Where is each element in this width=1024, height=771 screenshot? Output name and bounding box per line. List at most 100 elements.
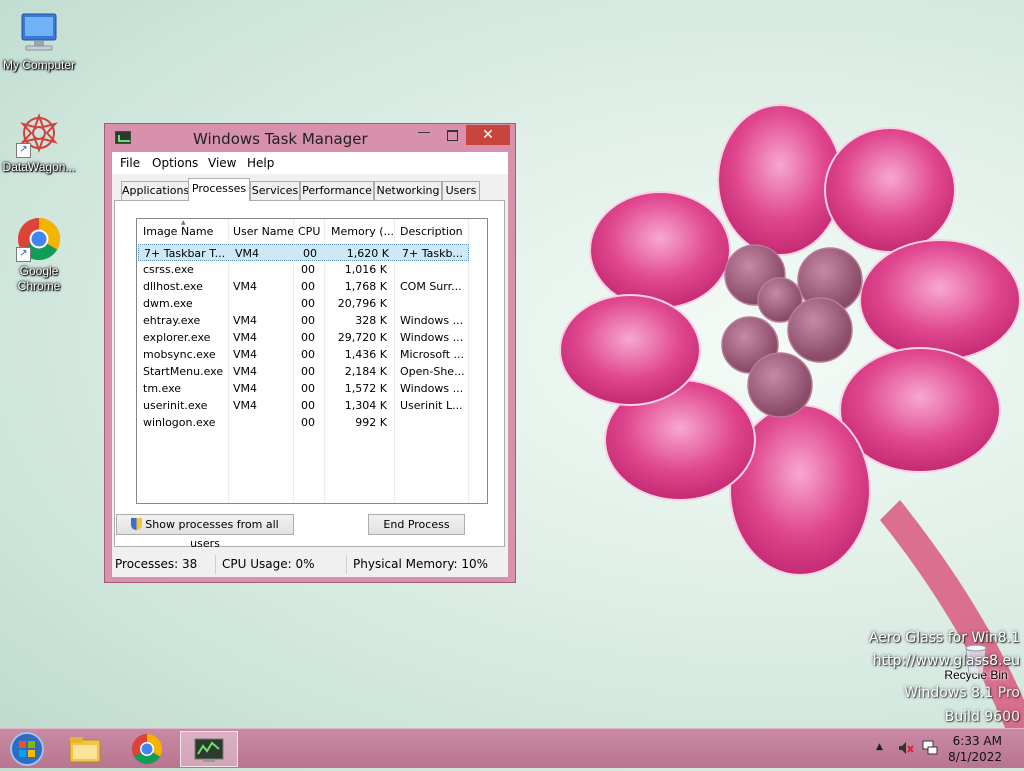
process-mem: 1,304 K: [344, 399, 387, 412]
menu-help[interactable]: Help: [247, 156, 274, 170]
desktop-icon-label: DataWagon...: [2, 160, 76, 174]
process-user: VM4: [233, 382, 258, 395]
process-name: ehtray.exe: [143, 314, 201, 327]
processes-panel: ▲ Image Name User Name CPU Memory (... D…: [114, 200, 505, 550]
process-desc: COM Surr...: [400, 280, 462, 293]
process-list[interactable]: ▲ Image Name User Name CPU Memory (... D…: [136, 218, 488, 504]
process-mem: 1,436 K: [344, 348, 387, 361]
shortcut-arrow-icon: ↗: [16, 247, 31, 262]
column-description[interactable]: Description: [400, 225, 463, 238]
menu-options[interactable]: Options: [152, 156, 198, 170]
tab-applications[interactable]: Applications: [121, 181, 190, 200]
table-row[interactable]: mobsync.exe VM4 00 1,436 K Microsoft ...: [137, 346, 487, 363]
clock-time[interactable]: 6:33 AM: [922, 734, 1002, 748]
menu-bar: File Options View Help: [112, 152, 508, 174]
file-explorer-icon: [69, 737, 101, 763]
process-name: userinit.exe: [143, 399, 208, 412]
clock-date[interactable]: 8/1/2022: [922, 750, 1002, 764]
process-desc: Windows ...: [400, 382, 464, 395]
process-list-header: ▲ Image Name User Name CPU Memory (... D…: [137, 219, 487, 243]
process-name: tm.exe: [143, 382, 182, 395]
status-cpu-usage: CPU Usage: 0%: [222, 557, 315, 571]
process-cpu: 00: [301, 365, 315, 378]
start-orb-icon: [10, 732, 44, 766]
process-desc: Microsoft ...: [400, 348, 464, 361]
process-cpu: 00: [301, 399, 315, 412]
task-manager-window[interactable]: Windows Task Manager — ✕ File Options Vi…: [104, 123, 516, 583]
show-hidden-icons-icon[interactable]: ▲: [876, 742, 883, 752]
column-cpu[interactable]: CPU: [298, 225, 320, 238]
column-memory[interactable]: Memory (...: [331, 225, 394, 238]
process-cpu: 00: [301, 297, 315, 310]
status-divider: [215, 555, 216, 574]
process-mem: 992 K: [355, 416, 387, 429]
tab-performance[interactable]: Performance: [300, 181, 374, 200]
end-process-button[interactable]: End Process: [368, 514, 465, 535]
process-mem: 1,572 K: [344, 382, 387, 395]
task-manager-icon: [115, 131, 131, 144]
process-name: winlogon.exe: [143, 416, 216, 429]
volume-muted-icon[interactable]: [897, 739, 915, 757]
process-cpu: 00: [301, 314, 315, 327]
show-all-processes-label: Show processes from all users: [145, 518, 279, 550]
taskbar-chrome[interactable]: [119, 731, 175, 767]
process-mem: 1,620 K: [346, 247, 389, 260]
minimize-button[interactable]: —: [411, 126, 437, 144]
table-row[interactable]: userinit.exe VM4 00 1,304 K Userinit L...: [137, 397, 487, 414]
process-name: 7+ Taskbar T...: [144, 247, 226, 260]
process-name: explorer.exe: [143, 331, 211, 344]
table-row[interactable]: tm.exe VM4 00 1,572 K Windows ...: [137, 380, 487, 397]
uac-shield-icon: [131, 518, 143, 530]
table-row[interactable]: 7+ Taskbar T... VM4 00 1,620 K 7+ Taskb...: [138, 244, 469, 261]
table-row[interactable]: dllhost.exe VM4 00 1,768 K COM Surr...: [137, 278, 487, 295]
taskbar-file-explorer[interactable]: [57, 731, 113, 767]
desktop-icon-my-computer[interactable]: My Computer: [1, 10, 77, 73]
process-cpu: 00: [301, 382, 315, 395]
process-cpu: 00: [301, 348, 315, 361]
status-divider: [346, 555, 347, 574]
table-row[interactable]: ehtray.exe VM4 00 328 K Windows ...: [137, 312, 487, 329]
start-button[interactable]: [0, 731, 56, 767]
process-user: VM4: [235, 247, 260, 260]
process-cpu: 00: [303, 247, 317, 260]
process-user: VM4: [233, 331, 258, 344]
process-user: VM4: [233, 348, 258, 361]
menu-file[interactable]: File: [120, 156, 140, 170]
table-row[interactable]: StartMenu.exe VM4 00 2,184 K Open-She...: [137, 363, 487, 380]
process-mem: 2,184 K: [344, 365, 387, 378]
process-cpu: 00: [301, 331, 315, 344]
desktop-icon-label: My Computer: [2, 58, 76, 72]
tab-users[interactable]: Users: [442, 181, 480, 200]
column-image-name[interactable]: Image Name: [143, 225, 213, 238]
my-computer-icon: [16, 10, 62, 56]
table-row[interactable]: explorer.exe VM4 00 29,720 K Windows ...: [137, 329, 487, 346]
process-user: VM4: [233, 365, 258, 378]
tab-networking[interactable]: Networking: [374, 181, 442, 200]
process-name: dwm.exe: [143, 297, 193, 310]
process-name: csrss.exe: [143, 263, 194, 276]
taskbar-task-manager[interactable]: [180, 731, 238, 767]
close-button[interactable]: ✕: [466, 125, 510, 145]
column-user-name[interactable]: User Name: [233, 225, 294, 238]
tab-strip: Applications Processes Services Performa…: [112, 174, 508, 202]
table-row[interactable]: dwm.exe 00 20,796 K: [137, 295, 487, 312]
process-name: StartMenu.exe: [143, 365, 224, 378]
window-client-area: File Options View Help Applications Proc…: [112, 152, 508, 577]
tab-processes[interactable]: Processes: [188, 178, 250, 201]
menu-view[interactable]: View: [208, 156, 236, 170]
desktop-icon-google-chrome[interactable]: ↗ Google Chrome: [1, 216, 77, 294]
show-all-processes-button[interactable]: Show processes from all users: [116, 514, 294, 550]
status-processes: Processes: 38: [115, 557, 198, 571]
title-bar[interactable]: Windows Task Manager — ✕: [105, 124, 515, 152]
process-cpu: 00: [301, 280, 315, 293]
maximize-icon: [446, 130, 458, 141]
process-user: VM4: [233, 280, 258, 293]
table-row[interactable]: csrss.exe 00 1,016 K: [137, 261, 487, 278]
desktop-icon-datawagon[interactable]: ↗ DataWagon...: [1, 112, 77, 175]
process-desc: Windows ...: [400, 331, 464, 344]
watermark-line-4: Build 9600: [944, 709, 1020, 725]
table-row[interactable]: winlogon.exe 00 992 K: [137, 414, 487, 431]
shortcut-arrow-icon: ↗: [16, 143, 31, 158]
tab-services[interactable]: Services: [250, 181, 300, 200]
maximize-button[interactable]: [439, 126, 465, 144]
